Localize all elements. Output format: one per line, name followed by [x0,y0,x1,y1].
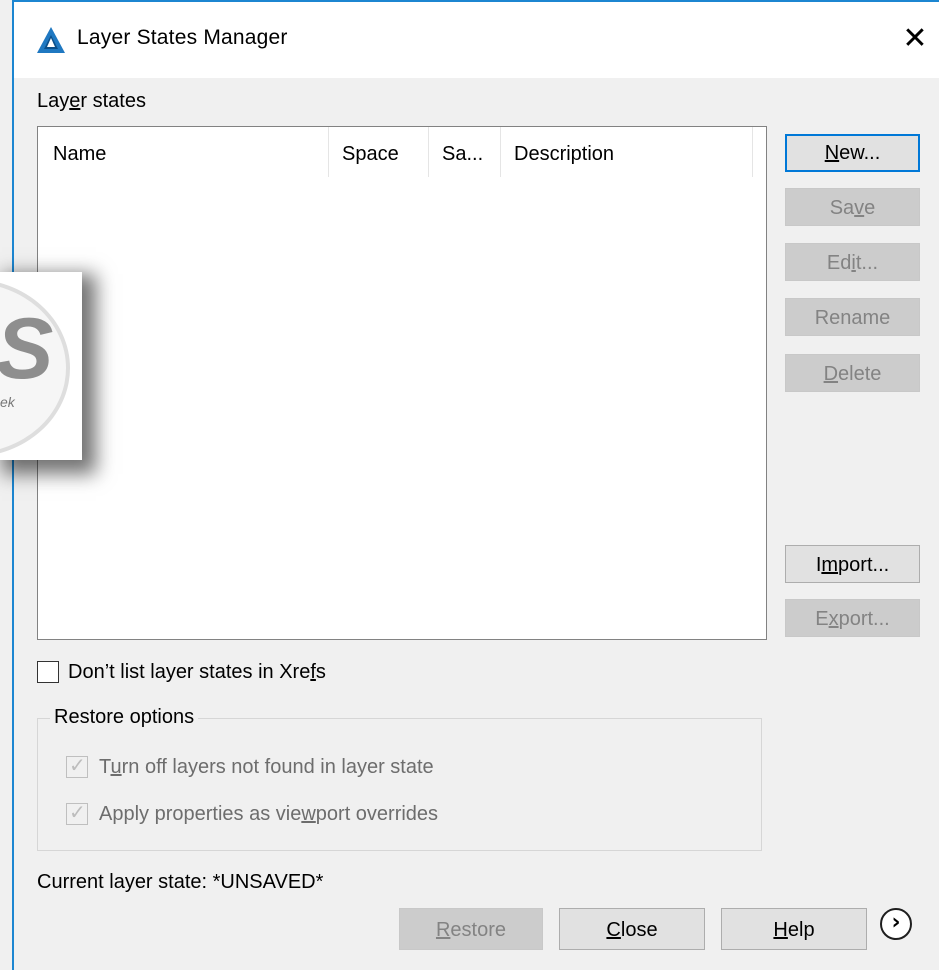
save-button[interactable]: Save [785,188,920,226]
column-separator [500,127,501,177]
restore-options-title: Restore options [50,706,199,729]
import-button[interactable]: Import... [785,545,920,583]
close-icon[interactable]: ✕ [900,24,930,54]
layer-states-list[interactable]: Name Space Sa... Description [37,126,767,640]
new-button[interactable]: New... [785,134,920,172]
column-header-description[interactable]: Description [514,143,614,166]
turn-off-layers-checkbox[interactable]: ✓ [66,753,88,778]
layer-states-manager-dialog: Layer States Manager ✕ Layer states Name… [14,2,939,970]
apply-viewport-checkbox[interactable]: ✓ [66,800,88,825]
turn-off-layers-label: Turn off layers not found in layer state [99,756,434,778]
help-button[interactable]: Help [721,908,867,950]
delete-button[interactable]: Delete [785,354,920,392]
restore-button[interactable]: Restore [399,908,543,950]
column-separator [752,127,753,177]
column-header-saved[interactable]: Sa... [442,143,483,166]
desktop-edge [0,0,12,970]
close-button[interactable]: Close [559,908,705,950]
autocad-triangle-icon [37,27,65,53]
layer-states-label: Layer states [37,90,146,112]
column-separator [328,127,329,177]
column-header-space[interactable]: Space [342,143,399,166]
checkmark-icon: ✓ [69,753,86,777]
column-header-name[interactable]: Name [53,143,106,166]
expand-more-options-icon[interactable]: › [880,908,912,940]
apply-viewport-label: Apply properties as viewport overrides [99,803,439,825]
current-layer-state-text: Current layer state: *UNSAVED* [37,871,324,893]
watermark-logo-letter: S [0,301,54,397]
edit-button[interactable]: Edit... [785,243,920,281]
dont-list-xrefs-label: Don’t list layer states in Xrefs [68,661,326,683]
title-bar[interactable]: Layer States Manager ✕ [14,2,939,78]
dont-list-xrefs-checkbox[interactable] [37,661,59,683]
restore-options-group: Restore options ✓ Turn off layers not fo… [37,706,762,851]
window-title: Layer States Manager [77,26,288,49]
watermark-logo-text: ek [0,394,15,410]
checkmark-icon: ✓ [69,800,86,824]
watermark-overlay: S ek [0,272,82,460]
column-separator [428,127,429,177]
rename-button[interactable]: Rename [785,298,920,336]
export-button[interactable]: Export... [785,599,920,637]
